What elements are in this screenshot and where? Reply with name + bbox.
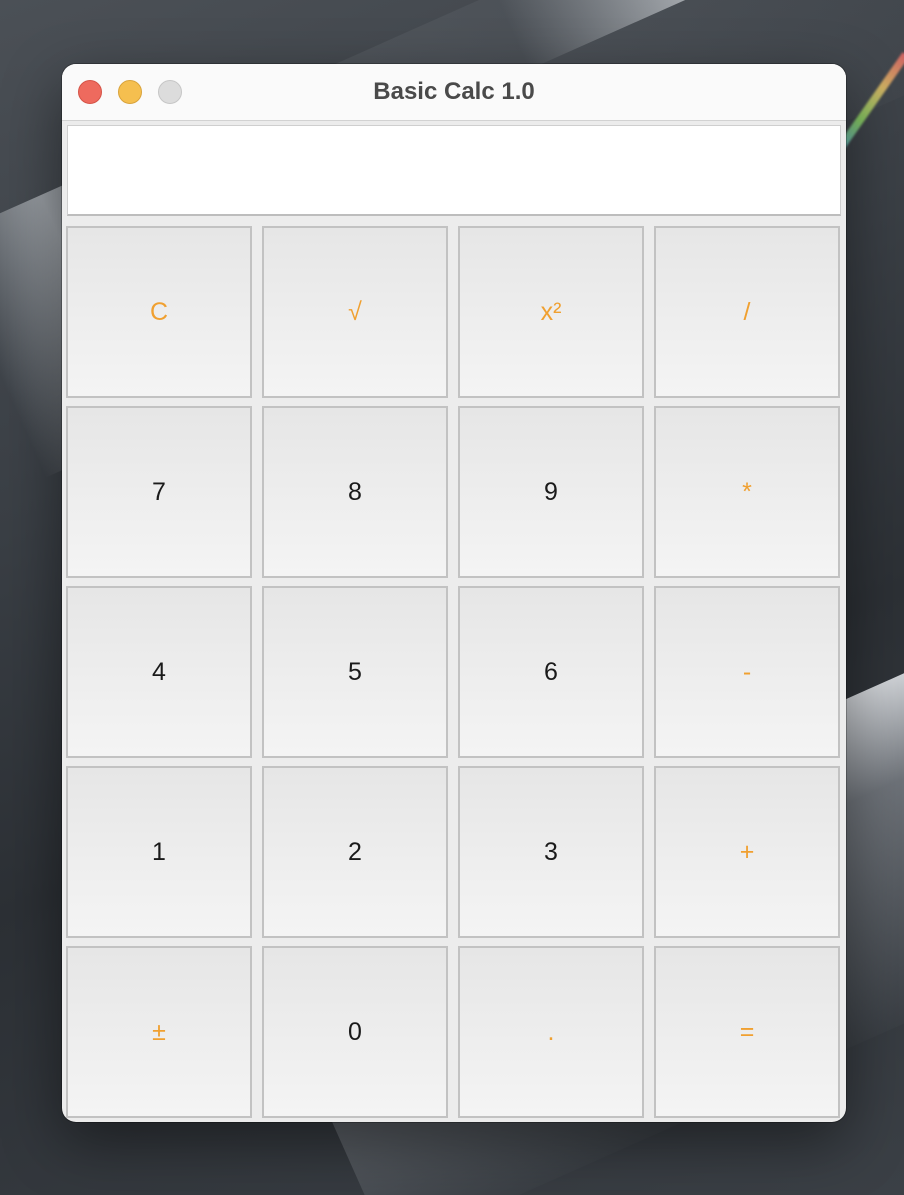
digit-0-button[interactable]: 0 [262, 946, 448, 1118]
digit-7-button[interactable]: 7 [66, 406, 252, 578]
divide-button[interactable]: / [654, 226, 840, 398]
digit-1-button[interactable]: 1 [66, 766, 252, 938]
digit-6-button[interactable]: 6 [458, 586, 644, 758]
clear-button[interactable]: C [66, 226, 252, 398]
close-window-button[interactable] [78, 80, 102, 104]
keypad: C √ x²/ 7 8 9 * 4 5 6- 1 2 3 + ±0. = [66, 226, 842, 1118]
subtract-button[interactable]: - [654, 586, 840, 758]
multiply-button[interactable]: * [654, 406, 840, 578]
digit-9-button[interactable]: 9 [458, 406, 644, 578]
zoom-window-button[interactable] [158, 80, 182, 104]
digit-8-button[interactable]: 8 [262, 406, 448, 578]
minimize-window-button[interactable] [118, 80, 142, 104]
digit-2-button[interactable]: 2 [262, 766, 448, 938]
negate-button[interactable]: ± [66, 946, 252, 1118]
sqrt-button[interactable]: √ [262, 226, 448, 398]
title-bar[interactable]: Basic Calc 1.0 [62, 64, 846, 121]
add-button[interactable]: + [654, 766, 840, 938]
equals-button[interactable]: = [654, 946, 840, 1118]
digit-4-button[interactable]: 4 [66, 586, 252, 758]
digit-3-button[interactable]: 3 [458, 766, 644, 938]
digit-5-button[interactable]: 5 [262, 586, 448, 758]
calculator-window: Basic Calc 1.0 C √ x²/ 7 8 9 * 4 5 6- 1 2 3 + ±0. = [62, 64, 846, 1122]
decimal-button[interactable]: . [458, 946, 644, 1118]
calculator-display[interactable] [67, 125, 841, 216]
square-button[interactable]: x² [458, 226, 644, 398]
